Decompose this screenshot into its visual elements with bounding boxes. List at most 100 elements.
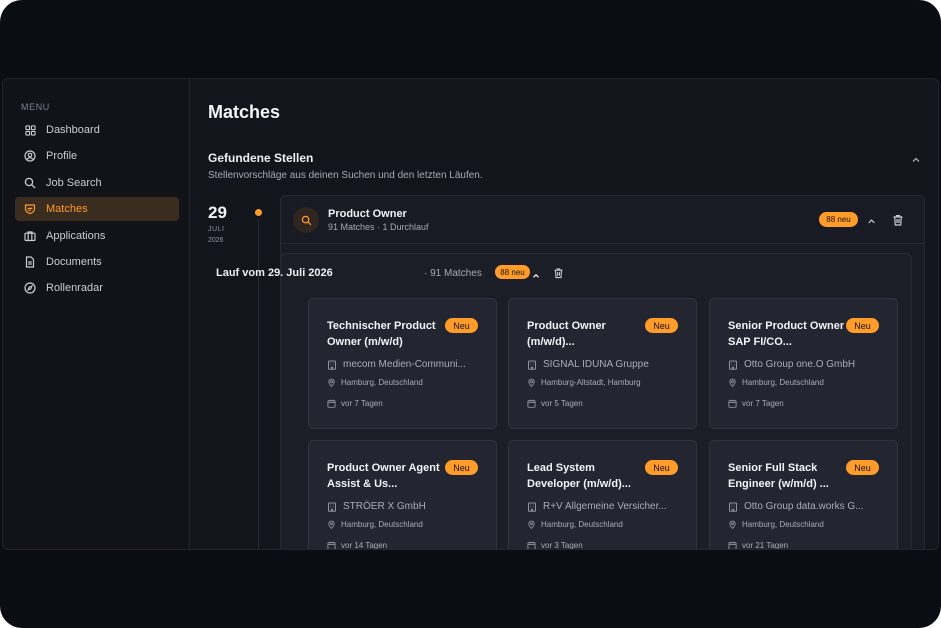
sidebar-item-matches[interactable]: Matches bbox=[15, 197, 179, 222]
compass-icon bbox=[24, 282, 36, 294]
job-company: Otto Group data.works G... bbox=[728, 501, 864, 512]
building-icon bbox=[527, 360, 537, 370]
location-pin-icon bbox=[327, 378, 336, 387]
location-pin-icon bbox=[527, 378, 536, 387]
job-card[interactable]: Product Owner Agent Assist & Us... Neu S… bbox=[308, 440, 497, 549]
building-icon bbox=[728, 360, 738, 370]
job-title: Lead System Developer (m/w/d)... bbox=[527, 462, 631, 490]
sidebar-item-profile[interactable]: Profile bbox=[15, 144, 179, 168]
sidebar-item-label: Matches bbox=[46, 203, 88, 216]
job-card[interactable]: Lead System Developer (m/w/d)... Neu R+V… bbox=[508, 440, 697, 549]
job-company: mecom Medien-Communi... bbox=[327, 359, 466, 370]
job-age: vor 21 Tagen bbox=[728, 541, 789, 550]
user-circle-icon bbox=[24, 150, 36, 162]
timeline-date-day: 29 bbox=[208, 203, 227, 222]
job-company-name: mecom Medien-Communi... bbox=[343, 359, 466, 370]
job-age-text: vor 21 Tagen bbox=[742, 541, 789, 550]
calendar-icon bbox=[527, 541, 536, 549]
job-company: R+V Allgemeine Versicher... bbox=[527, 501, 667, 512]
sidebar-item-dashboard[interactable]: Dashboard bbox=[15, 118, 179, 142]
search-icon bbox=[24, 177, 36, 189]
calendar-icon bbox=[527, 399, 536, 408]
job-company-name: STRÖER X GmbH bbox=[343, 501, 426, 512]
new-badge: Neu bbox=[846, 460, 879, 475]
sidebar-item-documents[interactable]: Documents bbox=[15, 250, 179, 274]
job-company-name: Otto Group data.works G... bbox=[744, 501, 864, 512]
run-new-badge: 88 neu bbox=[495, 265, 530, 279]
job-location: Hamburg, Deutschland bbox=[327, 378, 423, 387]
new-badge: Neu bbox=[645, 318, 678, 333]
timeline-date-year: 2026 bbox=[208, 237, 224, 244]
sidebar-item-label: Dashboard bbox=[46, 124, 100, 136]
sidebar: MENU Dashboard Profile Job Search Matche… bbox=[3, 79, 190, 549]
sidebar-item-applications[interactable]: Applications bbox=[15, 224, 179, 248]
sidebar-item-label: Rollenradar bbox=[46, 282, 103, 295]
job-age-text: vor 7 Tagen bbox=[742, 399, 784, 408]
chevron-up-icon[interactable] bbox=[866, 214, 877, 225]
job-location: Hamburg, Deutschland bbox=[527, 520, 623, 529]
new-badge: Neu bbox=[445, 460, 478, 475]
job-card[interactable]: Senior Full Stack Engineer (w/m/d) ... N… bbox=[709, 440, 898, 550]
job-title: Senior Full Stack Engineer (w/m/d) ... bbox=[728, 462, 829, 490]
timeline-date-month: JULI bbox=[208, 226, 225, 233]
job-company: SIGNAL IDUNA Gruppe bbox=[527, 359, 649, 370]
location-pin-icon bbox=[527, 520, 536, 529]
calendar-icon bbox=[327, 541, 336, 549]
job-location-text: Hamburg, Deutschland bbox=[742, 520, 824, 529]
job-title: Product Owner (m/w/d)... bbox=[527, 320, 606, 348]
run-title: Lauf vom 29. Juli 2026 bbox=[216, 267, 333, 279]
job-title: Technischer Product Owner (m/w/d) bbox=[327, 320, 436, 348]
location-pin-icon bbox=[728, 520, 737, 529]
trash-icon[interactable] bbox=[553, 266, 564, 279]
job-age: vor 7 Tagen bbox=[327, 399, 383, 408]
new-count-badge: 88 neu bbox=[819, 212, 858, 227]
job-location: Hamburg, Deutschland bbox=[327, 520, 423, 529]
job-age-text: vor 5 Tagen bbox=[541, 399, 583, 408]
grid-icon bbox=[24, 124, 36, 136]
trash-icon[interactable] bbox=[892, 213, 904, 226]
location-pin-icon bbox=[327, 520, 336, 529]
job-age: vor 7 Tagen bbox=[728, 399, 784, 408]
calendar-icon bbox=[728, 399, 737, 408]
sidebar-item-label: Documents bbox=[46, 255, 102, 268]
chevron-up-icon[interactable] bbox=[910, 153, 922, 165]
section-title: Gefundene Stellen bbox=[208, 151, 314, 165]
sidebar-item-job-search[interactable]: Job Search bbox=[15, 171, 179, 195]
sidebar-item-label: Applications bbox=[46, 229, 106, 242]
job-age: vor 14 Tagen bbox=[327, 541, 387, 549]
app-frame: MENU Dashboard Profile Job Search Matche… bbox=[0, 0, 941, 628]
matches-icon bbox=[24, 203, 36, 215]
page-title: Matches bbox=[208, 102, 281, 122]
search-group-header[interactable]: Product Owner 91 Matches · 1 Durchlauf 8… bbox=[281, 196, 924, 244]
job-location-text: Hamburg, Deutschland bbox=[541, 520, 623, 529]
building-icon bbox=[728, 502, 738, 512]
search-title: Product Owner bbox=[328, 208, 407, 220]
search-meta: 91 Matches · 1 Durchlauf bbox=[328, 222, 429, 232]
job-company-name: R+V Allgemeine Versicher... bbox=[543, 501, 667, 512]
job-location: Hamburg-Altstadt, Hamburg bbox=[527, 378, 641, 387]
job-title: Product Owner Agent Assist & Us... bbox=[327, 462, 440, 490]
run-count: · 91 Matches bbox=[424, 268, 482, 279]
search-icon bbox=[293, 207, 319, 233]
sidebar-item-label: Profile bbox=[46, 150, 78, 163]
building-icon bbox=[327, 502, 337, 512]
building-icon bbox=[327, 360, 337, 370]
job-company: Otto Group one.O GmbH bbox=[728, 359, 855, 370]
document-icon bbox=[24, 256, 36, 268]
job-location-text: Hamburg, Deutschland bbox=[341, 520, 423, 529]
timeline-dot bbox=[255, 209, 262, 216]
job-card[interactable]: Technischer Product Owner (m/w/d) Neu me… bbox=[308, 298, 497, 429]
job-location-text: Hamburg-Altstadt, Hamburg bbox=[541, 378, 641, 387]
job-location: Hamburg, Deutschland bbox=[728, 520, 824, 529]
job-age-text: vor 7 Tagen bbox=[341, 399, 383, 408]
sidebar-item-rollenradar[interactable]: Rollenradar bbox=[15, 276, 179, 300]
job-location-text: Hamburg, Deutschland bbox=[341, 378, 423, 387]
job-card[interactable]: Senior Product Owner SAP FI/CO... Neu Ot… bbox=[709, 298, 898, 429]
job-age: vor 5 Tagen bbox=[527, 399, 583, 408]
chevron-up-icon[interactable] bbox=[531, 268, 541, 278]
new-badge: Neu bbox=[846, 318, 879, 333]
menu-label: MENU bbox=[21, 102, 50, 112]
job-company-name: SIGNAL IDUNA Gruppe bbox=[543, 359, 649, 370]
job-card[interactable]: Product Owner (m/w/d)... Neu SIGNAL IDUN… bbox=[508, 298, 697, 429]
calendar-icon bbox=[327, 399, 336, 408]
